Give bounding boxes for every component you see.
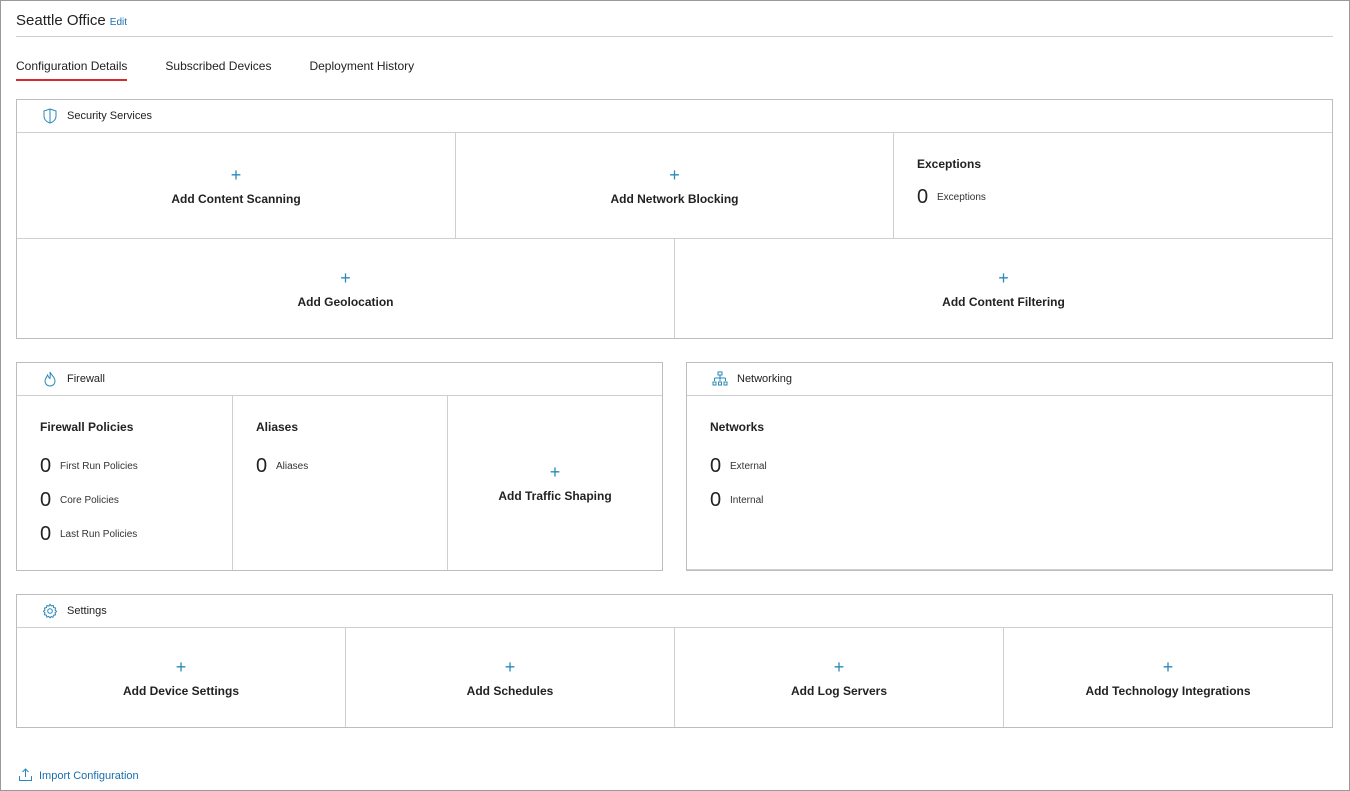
networking-title: Networking [737, 373, 793, 385]
add-network-blocking-label: Add Network Blocking [610, 191, 739, 206]
add-log-servers-button[interactable]: + Add Log Servers [675, 628, 1004, 727]
core-policies-label: Core Policies [60, 494, 119, 506]
add-traffic-shaping-label: Add Traffic Shaping [498, 489, 612, 503]
core-policies-count: 0 [40, 488, 52, 511]
firewall-header: Firewall [17, 363, 662, 396]
networking-header: Networking [687, 363, 1332, 396]
add-technology-integrations-button[interactable]: + Add Technology Integrations [1004, 628, 1332, 727]
internal-network-label: Internal [730, 494, 764, 506]
add-device-settings-label: Add Device Settings [122, 683, 240, 698]
last-run-policies-label: Last Run Policies [60, 528, 138, 540]
exceptions-count: 0 [917, 185, 929, 208]
page-title: Seattle Office [16, 12, 106, 29]
plus-icon: + [340, 267, 351, 288]
core-policies-row: 0 Core Policies [40, 483, 232, 517]
aliases-label: Aliases [276, 460, 309, 472]
exceptions-card[interactable]: Exceptions 0 Exceptions [894, 133, 1332, 239]
networks-card[interactable]: Networks 0 External 0 Internal [687, 396, 1332, 570]
plus-icon: + [833, 656, 845, 677]
add-log-servers-label: Add Log Servers [790, 683, 888, 698]
add-technology-integrations-label: Add Technology Integrations [1085, 683, 1251, 698]
plus-icon: + [504, 656, 516, 677]
firewall-title: Firewall [67, 373, 105, 385]
add-geolocation-button[interactable]: + Add Geolocation [17, 239, 675, 338]
firewall-policies-card[interactable]: Firewall Policies 0 First Run Policies 0… [17, 396, 233, 570]
external-network-count: 0 [710, 454, 722, 477]
import-configuration-link[interactable]: Import Configuration [18, 767, 139, 785]
add-content-filtering-label: Add Content Filtering [942, 294, 1065, 309]
security-services-title: Security Services [67, 110, 152, 122]
exceptions-label: Exceptions [937, 191, 986, 203]
page-frame: Seattle Office Edit Configuration Details… [0, 0, 1350, 791]
plus-icon: + [175, 656, 187, 677]
first-run-policies-label: First Run Policies [60, 460, 138, 472]
external-network-row: 0 External [710, 449, 1332, 483]
add-schedules-button[interactable]: + Add Schedules [346, 628, 675, 727]
first-run-policies-row: 0 First Run Policies [40, 449, 232, 483]
upload-icon [18, 767, 33, 785]
exceptions-row: 0 Exceptions [917, 186, 1332, 208]
add-device-settings-button[interactable]: + Add Device Settings [17, 628, 346, 727]
plus-icon: + [1162, 656, 1174, 677]
networks-title: Networks [710, 420, 765, 434]
gear-icon [41, 602, 59, 620]
page-header: Seattle Office Edit [16, 12, 1333, 37]
tab-subscribed-devices[interactable]: Subscribed Devices [165, 59, 271, 81]
edit-link[interactable]: Edit [110, 17, 127, 28]
add-content-scanning-button[interactable]: + Add Content Scanning [17, 133, 456, 239]
plus-icon: + [669, 164, 680, 185]
import-configuration-label: Import Configuration [39, 770, 139, 782]
settings-panel: Settings + Add Device Settings + Add Sch… [16, 594, 1333, 728]
plus-icon: + [230, 164, 242, 185]
firewall-policies-title: Firewall Policies [40, 420, 134, 434]
tab-bar: Configuration Details Subscribed Devices… [16, 59, 452, 81]
first-run-policies-count: 0 [40, 454, 52, 477]
flame-icon [41, 370, 59, 388]
aliases-row: 0 Aliases [256, 449, 447, 483]
internal-network-count: 0 [710, 488, 722, 511]
internal-network-row: 0 Internal [710, 483, 1332, 517]
tab-deployment-history[interactable]: Deployment History [309, 59, 414, 81]
add-network-blocking-button[interactable]: + Add Network Blocking [456, 133, 894, 239]
external-network-label: External [730, 460, 767, 472]
network-icon [711, 370, 729, 388]
exceptions-title: Exceptions [917, 157, 982, 171]
security-services-header: Security Services [17, 100, 1332, 133]
plus-icon: + [998, 267, 1009, 288]
networking-panel: Networking Networks 0 External 0 Interna… [686, 362, 1333, 571]
aliases-count: 0 [256, 454, 268, 477]
shield-icon [41, 107, 59, 125]
add-geolocation-label: Add Geolocation [297, 294, 394, 309]
plus-icon: + [549, 462, 561, 482]
add-content-scanning-label: Add Content Scanning [171, 191, 301, 206]
settings-header: Settings [17, 595, 1332, 628]
tab-configuration-details[interactable]: Configuration Details [16, 59, 128, 81]
security-services-panel: Security Services + Add Content Scanning… [16, 99, 1333, 339]
last-run-policies-row: 0 Last Run Policies [40, 517, 232, 551]
firewall-panel: Firewall Firewall Policies 0 First Run P… [16, 362, 663, 571]
settings-title: Settings [67, 605, 107, 617]
add-content-filtering-button[interactable]: + Add Content Filtering [675, 239, 1332, 338]
last-run-policies-count: 0 [40, 522, 52, 545]
add-traffic-shaping-button[interactable]: + Add Traffic Shaping [448, 396, 662, 570]
aliases-title: Aliases [256, 420, 299, 434]
add-schedules-label: Add Schedules [466, 683, 554, 698]
aliases-card[interactable]: Aliases 0 Aliases [233, 396, 448, 570]
